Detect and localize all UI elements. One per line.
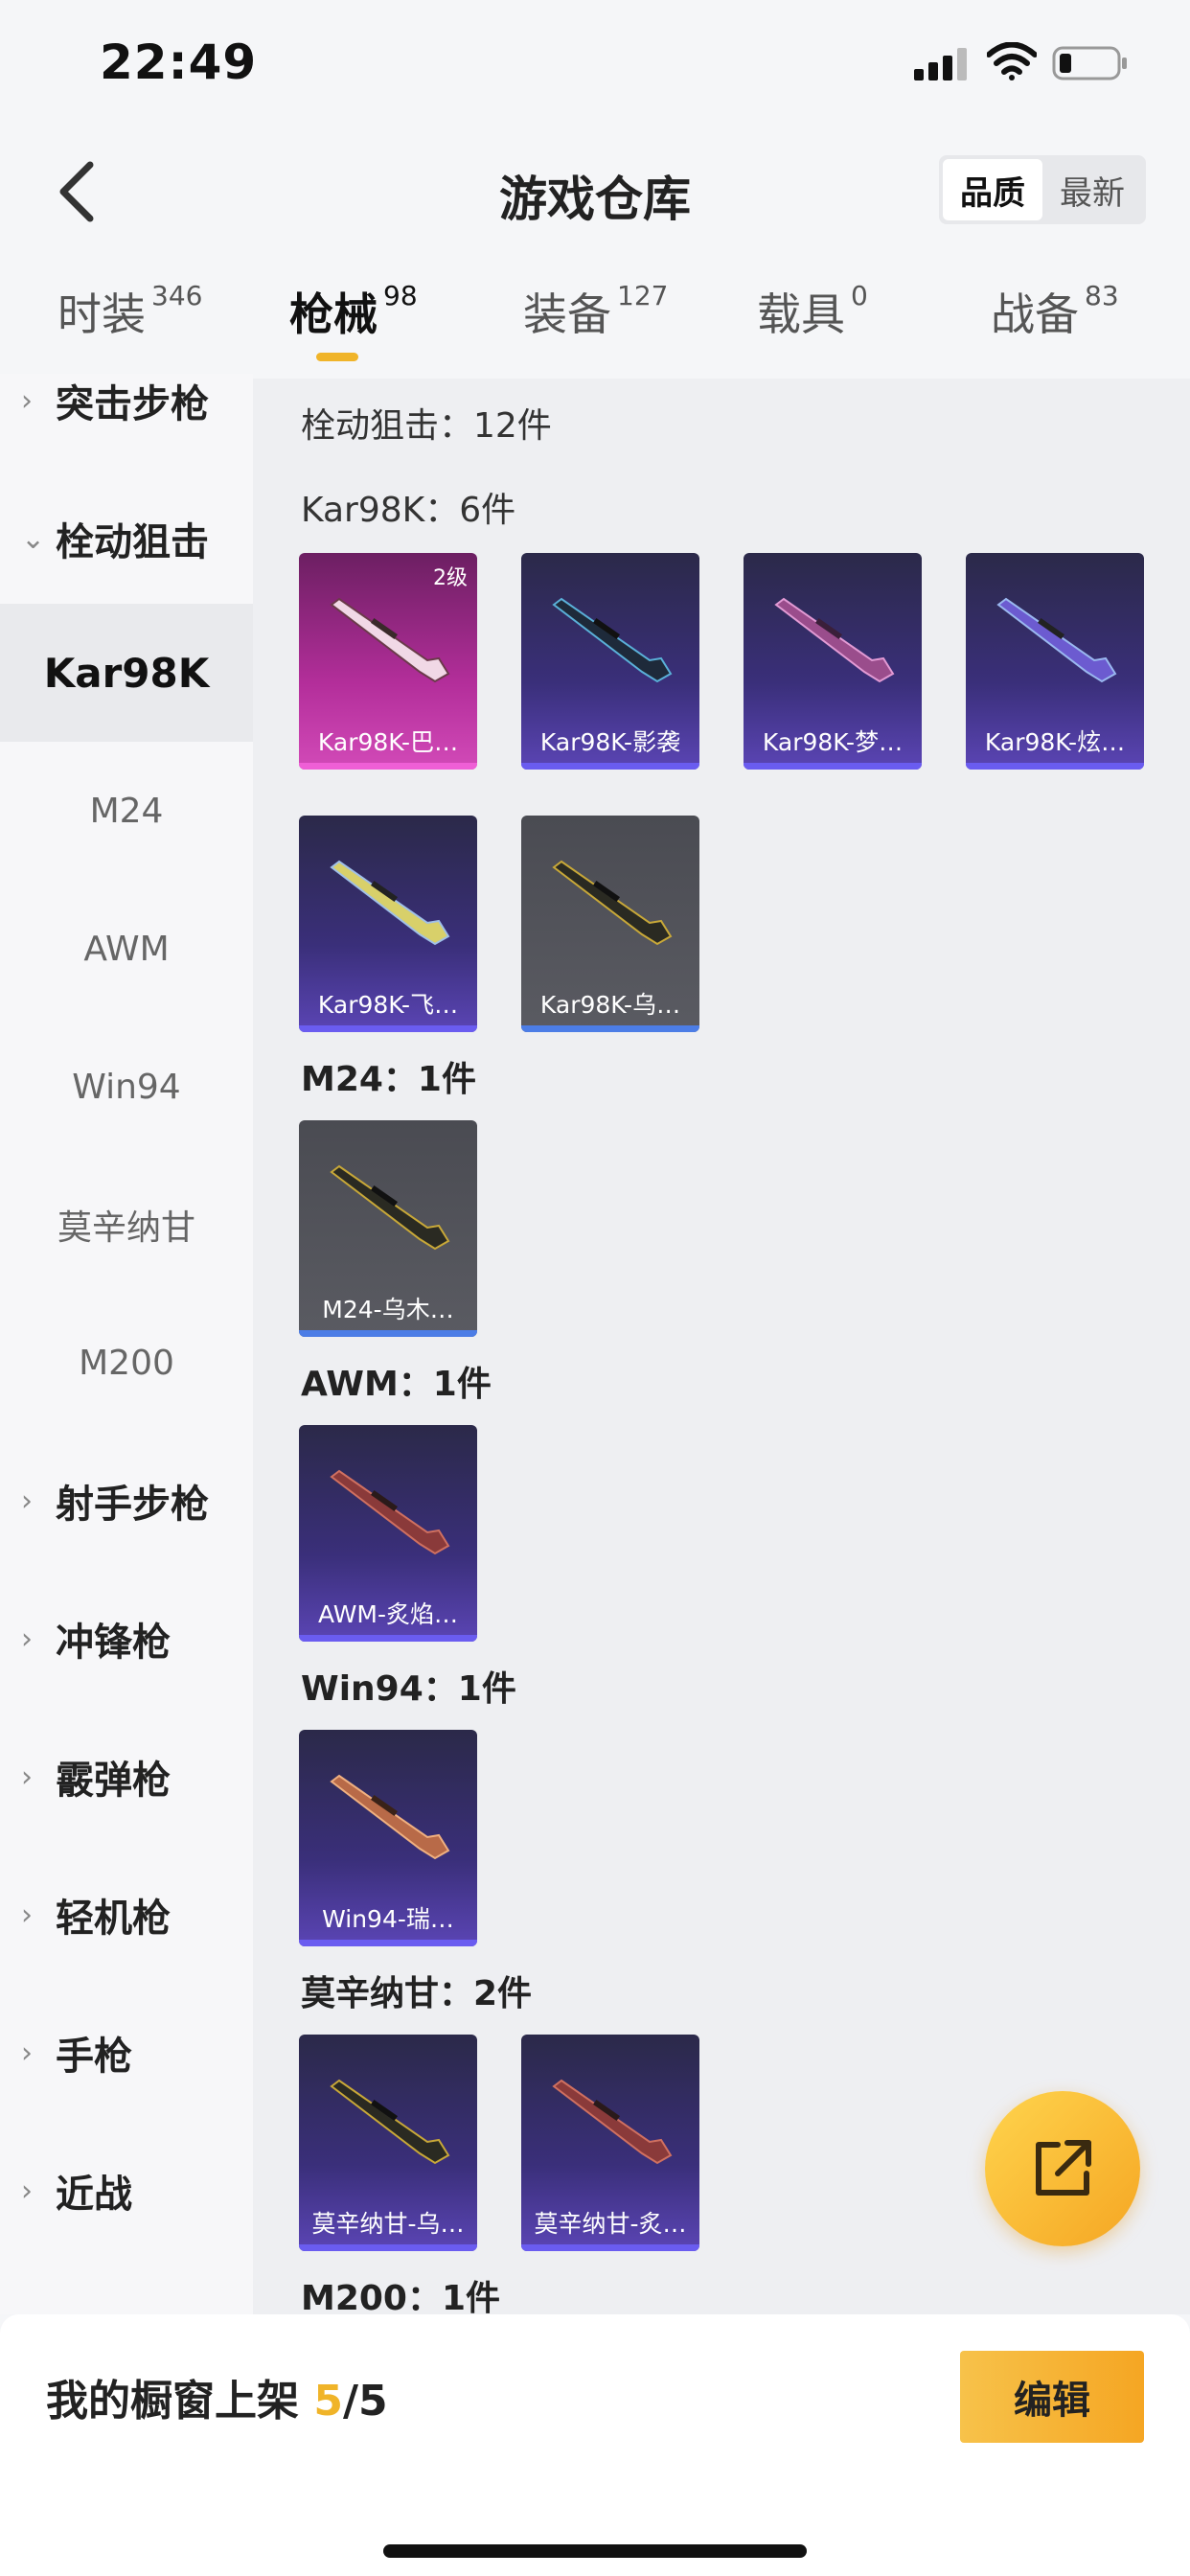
sidebar-item-m200[interactable]: M200 (0, 1294, 253, 1432)
sidebar-item-mosin[interactable]: 莫辛纳甘 (0, 1156, 253, 1294)
rarity-bar (299, 1940, 477, 1946)
sidebar-group-pistol[interactable]: › 手枪 (0, 1984, 253, 2122)
rifle-icon (330, 597, 450, 683)
item-card[interactable]: AWM-炙焰… (299, 1425, 477, 1642)
item-card[interactable]: Kar98K-梦… (744, 553, 922, 770)
sidebar-group-shotgun[interactable]: › 霰弹枪 (0, 1708, 253, 1846)
rarity-bar (299, 2244, 477, 2251)
chevron-right-icon: › (21, 2174, 33, 2208)
section-label-win94: Win94：1件 (301, 1669, 516, 1709)
item-name: M24-乌木… (322, 1296, 454, 1323)
item-name: Kar98K-乌… (539, 991, 681, 1019)
rarity-bar (744, 763, 922, 770)
bottom-bar: 我的橱窗上架 5/5 编辑 (0, 2314, 1190, 2576)
item-card[interactable]: M24-乌木… (299, 1120, 477, 1337)
rifle-icon (996, 597, 1117, 683)
status-time: 22:49 (100, 34, 258, 90)
category-summary: 栓动狙击：12件 (301, 406, 552, 446)
item-name: Win94-瑞… (322, 1905, 454, 1933)
section-label-m200: M200：1件 (301, 2279, 501, 2314)
rarity-bar (299, 1635, 477, 1642)
item-card[interactable]: 莫辛纳甘-乌… (299, 2035, 477, 2251)
chevron-right-icon: › (21, 1760, 33, 1794)
sort-option-quality[interactable]: 品质 (943, 159, 1042, 220)
rarity-bar (966, 763, 1144, 770)
sidebar-group-lmg[interactable]: › 轻机枪 (0, 1846, 253, 1984)
sidebar-group-melee[interactable]: › 近战 (0, 2122, 253, 2260)
chevron-right-icon: › (21, 383, 33, 418)
rarity-bar (299, 1330, 477, 1337)
rifle-icon (552, 860, 673, 946)
section-label-kar98k: Kar98K：6件 (301, 491, 516, 530)
item-card[interactable]: 莫辛纳甘-炙… (521, 2035, 699, 2251)
sort-toggle: 品质 最新 (939, 155, 1146, 224)
rifle-icon (330, 1469, 450, 1555)
rifle-icon (330, 860, 450, 946)
rifle-icon (330, 1164, 450, 1251)
chevron-down-icon: ⌄ (21, 521, 46, 556)
rifle-icon (774, 597, 895, 683)
cellular-signal-icon (914, 48, 967, 80)
battery-icon (1052, 46, 1127, 80)
chevron-right-icon: › (21, 1622, 33, 1656)
nav-bar: 游戏仓库 品质 最新 (0, 134, 1190, 249)
chevron-right-icon: › (21, 1484, 33, 1518)
rifle-icon (552, 597, 673, 683)
rarity-bar (299, 1025, 477, 1032)
item-content[interactable]: 栓动狙击：12件 Kar98K：6件 2级 Kar98K-巴… Kar98K-影… (253, 379, 1190, 2314)
item-card[interactable]: 2级 Kar98K-巴… (299, 553, 477, 770)
rarity-bar (521, 763, 699, 770)
rifle-icon (330, 2079, 450, 2165)
item-card[interactable]: Kar98K-飞… (299, 816, 477, 1032)
item-card[interactable]: Kar98K-炫… (966, 553, 1144, 770)
status-bar: 22:49 (0, 0, 1190, 134)
section-label-awm: AWM：1件 (301, 1365, 492, 1404)
sidebar-group-marksman-rifle[interactable]: › 射手步枪 (0, 1432, 253, 1570)
tab-vehicles[interactable]: 载具 0 (757, 280, 868, 343)
sort-option-newest[interactable]: 最新 (1042, 159, 1142, 220)
rifle-icon (552, 2079, 673, 2165)
chevron-right-icon: › (21, 2036, 33, 2070)
sidebar-item-m24[interactable]: M24 (0, 742, 253, 880)
item-name: 莫辛纳甘-炙… (534, 2210, 687, 2238)
item-card[interactable]: Kar98K-影袭 (521, 553, 699, 770)
sidebar-group-smg[interactable]: › 冲锋枪 (0, 1570, 253, 1708)
item-card[interactable]: Win94-瑞… (299, 1730, 477, 1946)
section-label-m24: M24：1件 (301, 1060, 476, 1099)
sidebar-group-bolt-sniper[interactable]: ⌄ 栓动狙击 (0, 470, 253, 608)
home-indicator[interactable] (383, 2544, 807, 2558)
tab-equipment[interactable]: 装备 127 (523, 280, 668, 343)
sidebar-item-win94[interactable]: Win94 (0, 1018, 253, 1156)
sidebar-group-assault-rifle[interactable]: › 突击步枪 (0, 332, 253, 470)
tab-supplies[interactable]: 战备 83 (991, 280, 1119, 343)
section-label-mosin: 莫辛纳甘：2件 (301, 1974, 533, 2013)
showcase-count: 我的橱窗上架 5/5 (46, 2377, 388, 2426)
rarity-bar (521, 1025, 699, 1032)
sidebar: › 突击步枪 ⌄ 栓动狙击 Kar98K M24 AWM Win94 莫辛纳甘 M2… (0, 374, 253, 2314)
item-name: 莫辛纳甘-乌… (311, 2210, 465, 2238)
rarity-bar (299, 763, 477, 770)
item-name: Kar98K-巴… (317, 728, 459, 756)
sidebar-item-awm[interactable]: AWM (0, 880, 253, 1018)
item-name: Kar98K-梦… (762, 728, 904, 756)
item-name: AWM-炙焰… (317, 1600, 459, 1628)
chevron-right-icon: › (21, 1898, 33, 1932)
rifle-icon (330, 1774, 450, 1860)
rarity-bar (521, 2244, 699, 2251)
wifi-icon (987, 42, 1037, 80)
edit-button[interactable]: 编辑 (960, 2351, 1144, 2443)
item-card[interactable]: Kar98K-乌… (521, 816, 699, 1032)
sidebar-item-kar98k[interactable]: Kar98K (0, 604, 253, 742)
active-tab-indicator (316, 353, 358, 361)
tab-firearms[interactable]: 枪械 98 (289, 280, 418, 343)
external-link-icon (1036, 2140, 1091, 2196)
item-name: Kar98K-影袭 (539, 728, 681, 756)
item-name: Kar98K-飞… (317, 991, 459, 1019)
share-button[interactable] (985, 2091, 1140, 2246)
item-name: Kar98K-炫… (984, 728, 1126, 756)
